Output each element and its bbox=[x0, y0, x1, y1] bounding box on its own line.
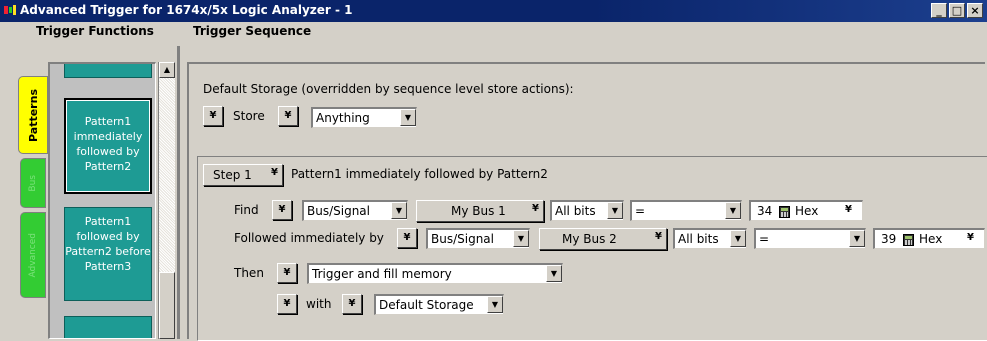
followed-base: Hex bbox=[919, 232, 943, 246]
find-value-field[interactable]: 34 Hex ¥ bbox=[749, 200, 863, 221]
find-label: Find bbox=[234, 203, 259, 217]
double-chevron-down-icon: ¥ bbox=[655, 231, 662, 242]
followed-bus-button[interactable]: My Bus 2 ¥ bbox=[539, 228, 667, 250]
followed-value-field[interactable]: 39 Hex ¥ bbox=[873, 228, 985, 249]
triangle-down-icon[interactable]: ▼ bbox=[487, 296, 503, 313]
double-chevron-down-icon: ¥ bbox=[278, 204, 286, 215]
find-bits-value: All bits bbox=[555, 204, 596, 218]
trigger-functions-header: Trigger Functions bbox=[36, 24, 154, 38]
with-menu-button[interactable]: ¥ bbox=[277, 294, 297, 314]
window-title: Advanced Trigger for 1674x/5x Logic Anal… bbox=[20, 3, 353, 17]
maximize-button[interactable]: □ bbox=[949, 3, 965, 18]
default-storage-caption: Default Storage (overridden by sequence … bbox=[203, 82, 574, 96]
tab-patterns-label: Patterns bbox=[26, 88, 40, 142]
triangle-down-icon[interactable]: ▼ bbox=[391, 202, 407, 219]
then-menu-button[interactable]: ¥ bbox=[277, 263, 297, 283]
palette-tile-followed-before[interactable]: Pattern1 followed by Pattern2 before Pat… bbox=[64, 207, 152, 301]
step-1-button[interactable]: Step 1 ¥ bbox=[203, 164, 283, 186]
double-chevron-down-icon: ¥ bbox=[271, 167, 278, 178]
find-operator-value: = bbox=[635, 204, 646, 218]
tab-bus[interactable]: Bus bbox=[20, 158, 46, 208]
followed-value: 39 bbox=[881, 232, 897, 246]
calculator-icon[interactable] bbox=[779, 206, 790, 218]
triangle-down-icon[interactable]: ▼ bbox=[849, 230, 865, 247]
double-chevron-down-icon[interactable]: ¥ bbox=[967, 232, 974, 243]
title-bar: Advanced Trigger for 1674x/5x Logic Anal… bbox=[0, 0, 987, 22]
double-chevron-down-icon[interactable]: ¥ bbox=[845, 204, 852, 215]
store-label: Store bbox=[233, 109, 265, 123]
followed-bus-label: My Bus 2 bbox=[562, 232, 617, 246]
calculator-icon[interactable] bbox=[903, 234, 914, 246]
followed-bits-select[interactable]: All bits ▼ bbox=[673, 228, 747, 249]
followed-type-select[interactable]: Bus/Signal ▼ bbox=[426, 228, 530, 249]
find-bits-select[interactable]: All bits ▼ bbox=[550, 200, 624, 221]
triangle-down-icon[interactable]: ▼ bbox=[725, 202, 741, 219]
find-base: Hex bbox=[795, 204, 819, 218]
palette-tile-partial[interactable] bbox=[64, 64, 152, 78]
close-button[interactable]: × bbox=[967, 3, 983, 18]
palette-scrollbar[interactable]: ▲ bbox=[158, 62, 175, 339]
logic-analyzer-icon bbox=[4, 5, 16, 15]
default-storage-menu-button[interactable]: ¥ bbox=[203, 106, 223, 126]
double-chevron-down-icon: ¥ bbox=[284, 110, 292, 121]
then-action-value: Trigger and fill memory bbox=[312, 267, 452, 281]
triangle-down-icon[interactable]: ▼ bbox=[400, 109, 416, 126]
double-chevron-down-icon: ¥ bbox=[283, 298, 291, 309]
palette-tile-immediately-followed[interactable]: Pattern1 immediately followed by Pattern… bbox=[64, 98, 152, 194]
find-value: 34 bbox=[757, 204, 773, 218]
triangle-down-icon[interactable]: ▼ bbox=[513, 230, 529, 247]
trigger-sequence-panel: Default Storage (overridden by sequence … bbox=[187, 62, 987, 341]
double-chevron-down-icon: ¥ bbox=[348, 298, 356, 309]
followed-operator-select[interactable]: = ▼ bbox=[754, 228, 866, 249]
find-operator-select[interactable]: = ▼ bbox=[630, 200, 742, 221]
scroll-up-icon[interactable]: ▲ bbox=[159, 62, 175, 78]
with-storage-value: Default Storage bbox=[379, 298, 474, 312]
then-action-select[interactable]: Trigger and fill memory ▼ bbox=[307, 263, 563, 284]
followed-operator-value: = bbox=[759, 232, 770, 246]
double-chevron-down-icon: ¥ bbox=[209, 110, 217, 121]
followed-bits-value: All bits bbox=[678, 232, 719, 246]
pane-splitter[interactable] bbox=[177, 46, 180, 339]
tab-advanced[interactable]: Advanced bbox=[20, 212, 46, 298]
store-menu-button[interactable]: ¥ bbox=[278, 106, 298, 126]
find-type-value: Bus/Signal bbox=[307, 204, 370, 218]
triangle-down-icon[interactable]: ▼ bbox=[546, 265, 562, 282]
step-1-description: Pattern1 immediately followed by Pattern… bbox=[291, 167, 548, 181]
find-menu-button[interactable]: ¥ bbox=[272, 200, 292, 220]
minimize-button[interactable]: _ bbox=[931, 3, 947, 18]
with-storage-menu-button[interactable]: ¥ bbox=[342, 294, 362, 314]
with-storage-select[interactable]: Default Storage ▼ bbox=[374, 294, 504, 315]
tab-advanced-label: Advanced bbox=[28, 232, 38, 278]
followed-menu-button[interactable]: ¥ bbox=[397, 228, 417, 248]
tab-patterns[interactable]: Patterns bbox=[18, 76, 48, 154]
triangle-down-icon[interactable]: ▼ bbox=[607, 202, 623, 219]
sequence-step-1: Step 1 ¥ Pattern1 immediately followed b… bbox=[197, 156, 987, 341]
followed-label: Followed immediately by bbox=[234, 231, 384, 245]
store-qualifier-select[interactable]: Anything ▼ bbox=[311, 107, 417, 128]
palette-tile-partial-bottom[interactable] bbox=[64, 316, 152, 338]
step-1-label: Step 1 bbox=[213, 168, 252, 182]
followed-type-value: Bus/Signal bbox=[431, 232, 494, 246]
tab-bus-label: Bus bbox=[28, 174, 38, 192]
double-chevron-down-icon: ¥ bbox=[403, 232, 411, 243]
scroll-thumb[interactable] bbox=[159, 272, 175, 339]
then-label: Then bbox=[234, 266, 264, 280]
double-chevron-down-icon: ¥ bbox=[532, 203, 539, 214]
find-bus-button[interactable]: My Bus 1 ¥ bbox=[416, 200, 544, 222]
with-label: with bbox=[306, 297, 332, 311]
store-qualifier-value: Anything bbox=[316, 111, 370, 125]
double-chevron-down-icon: ¥ bbox=[283, 267, 291, 278]
trigger-sequence-header: Trigger Sequence bbox=[193, 24, 312, 38]
find-bus-label: My Bus 1 bbox=[451, 204, 506, 218]
triangle-down-icon[interactable]: ▼ bbox=[730, 230, 746, 247]
find-type-select[interactable]: Bus/Signal ▼ bbox=[302, 200, 408, 221]
trigger-function-palette: Pattern1 immediately followed by Pattern… bbox=[48, 62, 156, 339]
